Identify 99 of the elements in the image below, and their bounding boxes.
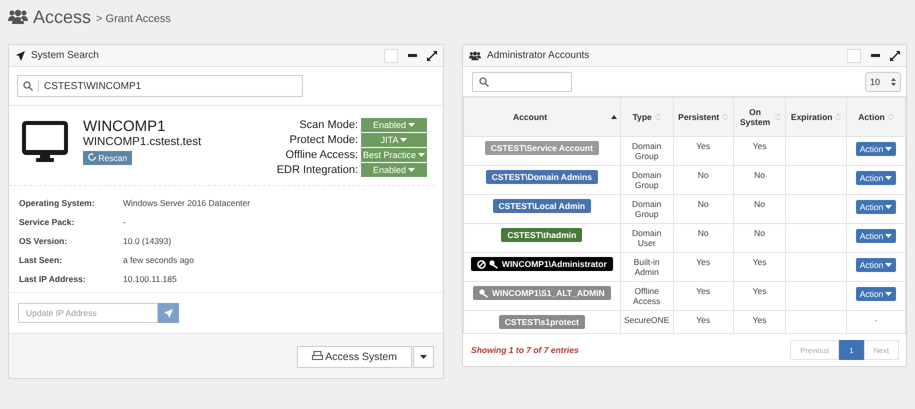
table-cell: No [754,170,765,180]
table-cell: No [698,228,709,238]
column-header[interactable]: Account [464,98,620,136]
account-tag[interactable]: CSTEST\Domain Admins [486,170,598,184]
search-field[interactable] [472,72,572,92]
account-tag[interactable]: CSTEST\Service Account [484,141,599,155]
detail-value: 10.0 (14393) [123,236,172,246]
table-cell: Yes [696,286,710,296]
mode-label: Offline Access: [285,149,358,161]
table-cell: Yes [696,141,710,151]
detail-value: 10.100.11.185 [123,274,178,284]
color-box[interactable] [384,48,398,62]
mode-label: EDR Integration: [276,164,358,176]
table-cell: Yes [696,315,710,325]
users-icon [469,50,482,60]
caret-icon [408,123,416,127]
action-dropdown[interactable]: Action [856,171,896,185]
spinner-icon [891,78,896,86]
table-cell: Yes [752,257,766,267]
access-system-button[interactable]: Access System [296,346,412,368]
table-cell: No [698,199,709,209]
mode-label: Scan Mode: [299,119,358,131]
caret-icon [885,263,892,267]
account-tag[interactable]: WINCOMP1\S1_ALT_ADMIN [472,286,611,300]
detail-label: OS Version: [19,236,68,246]
table-cell: No [698,170,709,180]
table-cell: Domain Group [632,170,662,190]
detail-value: - [123,217,127,227]
action-dropdown[interactable]: Action [856,229,896,243]
table-cell: SecureONE [624,315,670,325]
rescan-button[interactable]: Rescan [83,151,132,165]
mode-label: Protect Mode: [290,134,358,146]
mode-dropdown[interactable]: Enabled [361,163,428,177]
account-tag[interactable]: WINCOMP1\Administrator [470,257,613,271]
action-dropdown[interactable]: Action [856,258,896,272]
column-header[interactable]: Type [620,98,674,136]
detail-label: Service Pack: [19,217,76,227]
table-cell: No [754,228,765,238]
search-icon [479,77,490,87]
submit-button[interactable] [158,303,179,323]
minimize-icon[interactable] [408,54,418,57]
page-size-select[interactable]: 10 [865,72,901,92]
monitor-icon [22,121,68,163]
users-icon [8,9,28,25]
table-cell: Domain User [632,228,662,248]
action-dropdown[interactable]: Action [856,287,896,301]
page-title: Access [33,6,92,28]
account-tag[interactable]: CSTEST\thadmin [501,228,582,242]
caret-icon [420,355,428,359]
table-cell: Yes [696,257,710,267]
caret-icon [885,234,892,238]
column-header[interactable]: On System [733,98,786,136]
system-name: WINCOMP1 [83,118,166,135]
table-cell: Domain Group [632,199,662,219]
account-tag[interactable]: CSTEST\s1protect [498,315,585,329]
detail-label: Last IP Address: [19,274,87,284]
expand-icon[interactable] [427,50,438,60]
printer-icon [312,351,323,360]
search-field[interactable]: CSTEST\WINCOMP1 [17,75,303,97]
table-cell: Yes [752,315,766,325]
table-cell: Yes [752,286,766,296]
search-icon [23,81,33,91]
table-cell: - [874,315,878,325]
refresh-icon [88,153,96,161]
color-box[interactable] [847,48,861,62]
account-tag[interactable]: CSTEST\Local Admin [492,199,592,213]
column-header[interactable]: Action [846,98,906,136]
caret-icon [408,168,416,172]
panel-title: System Search [31,50,99,61]
detail-value: Windows Server 2016 Datacenter [123,198,252,208]
action-dropdown[interactable]: Action [856,142,896,156]
caret-icon [885,292,892,296]
caret-icon [885,205,892,209]
action-dropdown[interactable]: Action [856,200,896,214]
mode-dropdown[interactable]: Best Practice [361,148,428,162]
expand-icon[interactable] [890,50,900,60]
system-fqdn: WINCOMP1.cstest.test [83,136,202,148]
table-cell: Built-in Admin [634,257,660,277]
ip-address-field[interactable]: Update IP Address [18,303,158,323]
column-header[interactable]: Expiration [786,98,846,136]
table-cell: No [754,199,765,209]
detail-label: Last Seen: [19,255,63,265]
caret-icon [885,147,892,151]
table-cell: Offline Access [632,286,660,306]
table-cell: Yes [752,141,766,151]
detail-value: a few seconds ago [123,255,195,265]
panel-title: Administrator Accounts [487,50,590,61]
caret-icon [418,153,426,157]
column-header[interactable]: Persistent [673,98,734,136]
dropdown-toggle[interactable] [413,346,434,368]
caret-icon [885,176,892,180]
arrow-icon [164,308,173,318]
breadcrumb: > Grant Access [96,12,171,24]
entries-info: Showing 1 to 7 of 7 entries [471,345,579,355]
mode-dropdown[interactable]: JITA [361,133,428,147]
detail-label: Operating System: [19,198,96,208]
mode-dropdown[interactable]: Enabled [361,118,428,132]
table-cell: Domain Group [632,141,662,161]
caret-icon [400,138,408,142]
